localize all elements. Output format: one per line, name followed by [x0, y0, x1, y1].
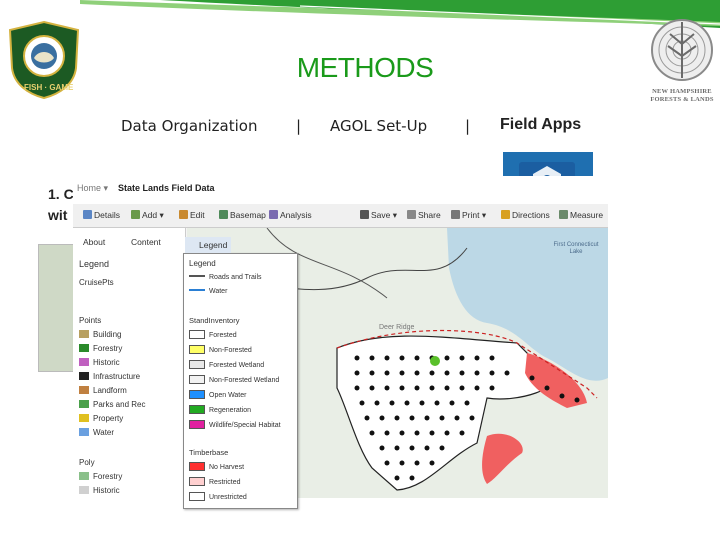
- legend-panel: Legend Roads and Trails Water StandInven…: [183, 253, 298, 509]
- add-icon: [131, 210, 140, 219]
- stand-inventory-heading: StandInventory: [189, 316, 240, 325]
- legend-swatch-item: Open Water: [189, 390, 246, 399]
- legend-item: Water: [79, 428, 114, 437]
- historic-poly-icon: [79, 486, 89, 494]
- road-line-icon: [189, 275, 205, 277]
- restricted-swatch: [189, 477, 205, 486]
- legend-item: Historic: [79, 486, 120, 495]
- forests-lands-caption: NEW HAMPSHIRE FORESTS & LANDS: [650, 88, 714, 103]
- slide-title: METHODS: [296, 52, 434, 83]
- star-icon: [79, 414, 89, 422]
- legend-line-item: Water: [189, 288, 227, 295]
- legend-item: Building: [79, 330, 121, 339]
- timberbase-heading: Timberbase: [189, 448, 229, 457]
- legend-item: Historic: [79, 358, 120, 367]
- legend-item: Forestry: [79, 472, 122, 481]
- add-button[interactable]: Add ▾: [131, 210, 164, 221]
- building-icon: [79, 330, 89, 338]
- water-icon: [79, 428, 89, 436]
- regeneration-swatch: [189, 405, 205, 414]
- legend-swatch-item: Regeneration: [189, 405, 251, 414]
- body-text-line: wit: [48, 207, 68, 223]
- forested-swatch: [189, 330, 205, 339]
- lake-label: First Connecticut Lake: [553, 242, 599, 255]
- layer-poly[interactable]: Poly: [79, 458, 95, 467]
- share-icon: [407, 210, 416, 219]
- infrastructure-icon: [79, 372, 89, 380]
- legend-item: Property: [79, 414, 123, 423]
- tab-legend[interactable]: Legend: [185, 237, 231, 253]
- share-button[interactable]: Share: [407, 210, 441, 220]
- app-header: Home ▾ State Lands Field Data: [73, 176, 608, 204]
- tab-content[interactable]: Content: [131, 237, 161, 247]
- layer-cruisepts[interactable]: CruisePts: [79, 278, 114, 287]
- map-toolbar: Details Add ▾ Edit Basemap Analysis Save…: [73, 204, 608, 228]
- basemap-button[interactable]: Basemap: [219, 210, 266, 220]
- water-line-icon: [189, 289, 205, 291]
- basemap-icon: [219, 210, 228, 219]
- tab-about[interactable]: About: [83, 237, 105, 247]
- print-button[interactable]: Print ▾: [451, 210, 486, 221]
- directions-button[interactable]: Directions: [501, 210, 550, 220]
- directions-icon: [501, 210, 510, 219]
- legend-swatch-item: Wildlife/Special Habitat: [189, 420, 281, 429]
- wildlife-habitat-swatch: [189, 420, 205, 429]
- legend-swatch-item: Non-Forested: [189, 345, 252, 354]
- non-forested-wetland-swatch: [189, 375, 205, 384]
- details-icon: [83, 210, 92, 219]
- parks-icon: [79, 400, 89, 408]
- edit-button[interactable]: Edit: [179, 210, 205, 220]
- legend-title: Legend: [189, 259, 216, 268]
- no-harvest-swatch: [189, 462, 205, 471]
- ridge-label: Deer Ridge: [379, 324, 415, 331]
- legend-swatch-item: Forested: [189, 330, 237, 339]
- print-icon: [451, 210, 460, 219]
- open-water-swatch: [189, 390, 205, 399]
- legend-swatch-item: Non-Forested Wetland: [189, 375, 279, 384]
- body-text-line: 1. C: [48, 186, 74, 202]
- landform-icon: [79, 386, 89, 394]
- content-pane: About Content Legend CruisePts Points Bu…: [73, 228, 186, 498]
- home-menu[interactable]: Home ▾: [77, 183, 108, 194]
- legend-swatch-item: Forested Wetland: [189, 360, 264, 369]
- nav-separator: |: [465, 117, 471, 135]
- pane-tabs: About Content: [73, 234, 186, 250]
- legend-swatch-item: No Harvest: [189, 462, 244, 471]
- historic-icon: [79, 358, 89, 366]
- svg-text:FISH · GAME: FISH · GAME: [24, 83, 74, 92]
- agol-map-screenshot: Home ▾ State Lands Field Data Details Ad…: [73, 176, 608, 498]
- header-swoosh: [0, 0, 720, 28]
- legend-item: Parks and Rec: [79, 400, 145, 409]
- legend-line-item: Roads and Trails: [189, 274, 262, 281]
- pane-legend-heading: Legend: [79, 259, 110, 269]
- analysis-icon: [269, 210, 278, 219]
- details-button[interactable]: Details: [83, 210, 120, 220]
- analysis-button[interactable]: Analysis: [269, 210, 312, 220]
- forested-wetland-swatch: [189, 360, 205, 369]
- layer-points[interactable]: Points: [79, 316, 101, 325]
- map-title: State Lands Field Data: [118, 183, 215, 193]
- nav-data-organization[interactable]: Data Organization: [121, 117, 257, 135]
- edit-icon: [179, 210, 188, 219]
- nav-agol-setup[interactable]: AGOL Set-Up: [330, 117, 427, 135]
- save-icon: [360, 210, 369, 219]
- tree-icon: [79, 344, 89, 352]
- forestry-poly-icon: [79, 472, 89, 480]
- save-button[interactable]: Save ▾: [360, 210, 397, 221]
- regeneration-marker: [430, 356, 440, 366]
- legend-item: Forestry: [79, 344, 122, 353]
- legend-swatch-item: Unrestricted: [189, 492, 247, 501]
- legend-swatch-item: Restricted: [189, 477, 241, 486]
- legend-item: Landform: [79, 386, 127, 395]
- legend-item: Infrastructure: [79, 372, 140, 381]
- nav-field-apps[interactable]: Field Apps: [500, 116, 581, 134]
- nav-separator: |: [296, 117, 302, 135]
- measure-icon: [559, 210, 568, 219]
- non-forested-swatch: [189, 345, 205, 354]
- measure-button[interactable]: Measure: [559, 210, 603, 220]
- unrestricted-swatch: [189, 492, 205, 501]
